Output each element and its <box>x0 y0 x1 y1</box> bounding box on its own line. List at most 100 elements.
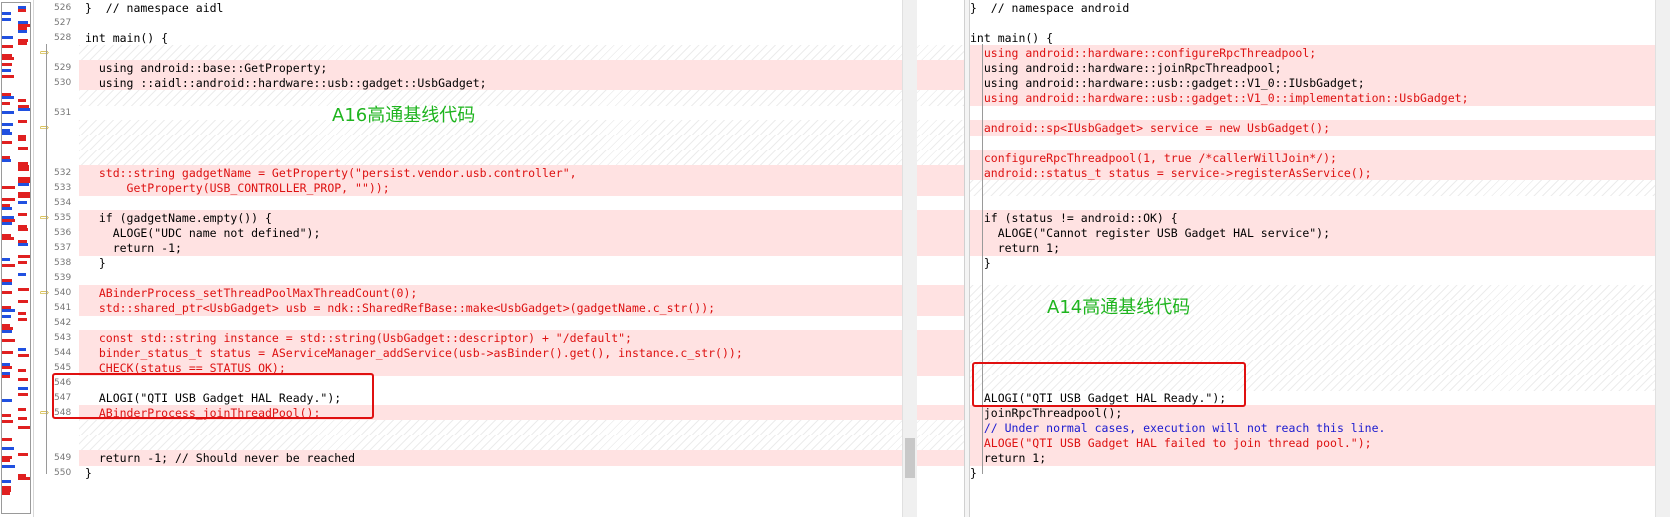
code-text: } <box>85 256 106 270</box>
code-text <box>79 120 964 136</box>
code-text: using android::hardware::configureRpcThr… <box>970 45 1670 61</box>
code-line[interactable] <box>970 330 1670 346</box>
code-text: } <box>970 256 991 270</box>
code-text: binder_status_t status = AServiceManager… <box>79 345 964 361</box>
code-line[interactable] <box>970 345 1670 361</box>
left-diff-pane[interactable]: 526} // namespace aidl 527 528 int main() {… <box>34 0 964 517</box>
right-highlight-box <box>972 362 1246 407</box>
left-pane-annotation: A16高通基线代码 <box>332 105 476 126</box>
merge-arrow-icon[interactable]: ⇨ <box>40 407 49 418</box>
right-diff-pane[interactable]: 657} // namespace android658659int main(… <box>970 0 1670 517</box>
code-line[interactable]: ⇨660 using android::hardware::configureR… <box>970 45 1670 61</box>
fold-guide-line <box>46 44 47 474</box>
code-text <box>79 45 964 61</box>
code-text <box>79 435 964 451</box>
code-line[interactable]: 663 using android::hardware::usb::gadget… <box>970 90 1670 106</box>
right-pane-annotation: A14高通基线代码 <box>1047 297 1191 318</box>
code-line[interactable] <box>34 150 964 166</box>
code-line[interactable]: 538 } <box>34 255 964 271</box>
code-line[interactable]: 542 <box>34 315 964 331</box>
code-text: using android::hardware::usb::gadget::V1… <box>970 90 1670 106</box>
code-text: // Under normal cases, execution will no… <box>970 420 1670 436</box>
code-line[interactable]: 530 using ::aidl::android::hardware::usb… <box>34 75 964 91</box>
code-line[interactable]: 664 <box>970 105 1670 121</box>
code-line[interactable]: 666 <box>970 135 1670 151</box>
code-line[interactable] <box>34 420 964 436</box>
code-line[interactable]: ⇨ <box>34 45 964 61</box>
code-line[interactable]: 539 <box>34 270 964 286</box>
merge-arrow-icon[interactable]: ⇨ <box>40 122 49 133</box>
code-line[interactable]: 536 ALOGE("UDC name not defined"); <box>34 225 964 241</box>
code-line[interactable]: 661 using android::hardware::joinRpcThre… <box>970 60 1670 76</box>
code-line[interactable]: 678 ALOGE("QTI USB Gadget HAL failed to … <box>970 435 1670 451</box>
code-text: using android::base::GetProperty; <box>79 60 964 76</box>
code-line[interactable] <box>34 90 964 106</box>
code-text <box>970 180 1670 196</box>
code-line[interactable]: 672 return 1; <box>970 240 1670 256</box>
left-highlight-box <box>52 373 374 419</box>
code-text <box>79 90 964 106</box>
code-line[interactable]: 526} // namespace aidl <box>34 0 964 16</box>
code-line[interactable]: ⇨ <box>34 120 964 136</box>
code-line[interactable]: 671 ALOGE("Cannot register USB Gadget HA… <box>970 225 1670 241</box>
code-text: if (status != android::OK) { <box>970 210 1670 226</box>
code-line[interactable]: 668 android::status_t status = service->… <box>970 165 1670 181</box>
code-line[interactable]: 673 } <box>970 255 1670 271</box>
scrollbar-thumb[interactable] <box>905 438 915 478</box>
code-line[interactable]: ⇨ 540 ABinderProcess_setThreadPoolMaxThre… <box>34 285 964 301</box>
overview-viewport-thumb[interactable] <box>1 2 31 514</box>
code-line[interactable]: 667 configureRpcThreadpool(1, true /*cal… <box>970 150 1670 166</box>
code-line[interactable] <box>970 180 1670 196</box>
fold-guide-line <box>982 44 983 474</box>
code-line[interactable]: ⇨665 android::sp<IUsbGadget> service = n… <box>970 120 1670 136</box>
code-line[interactable] <box>34 435 964 451</box>
merge-arrow-icon[interactable]: ⇨ <box>40 47 49 58</box>
code-line[interactable] <box>34 135 964 151</box>
code-text: joinRpcThreadpool(); <box>970 405 1670 421</box>
merge-arrow-icon[interactable]: ⇨ <box>40 287 49 298</box>
code-line[interactable]: 528 int main() { <box>34 30 964 46</box>
vertical-scrollbar[interactable] <box>902 0 917 517</box>
code-line[interactable]: 544 binder_status_t status = AServiceMan… <box>34 345 964 361</box>
code-line[interactable]: 549 return -1; // Should never be reache… <box>34 450 964 466</box>
code-line[interactable]: 533 GetProperty(USB_CONTROLLER_PROP, "")… <box>34 180 964 196</box>
code-text: const std::string instance = std::string… <box>79 330 964 346</box>
code-line[interactable]: 550} <box>34 465 964 481</box>
code-line[interactable]: 537 return -1; <box>34 240 964 256</box>
code-line[interactable]: 531 <box>34 105 964 121</box>
code-text: ALOGE("Cannot register USB Gadget HAL se… <box>970 225 1670 241</box>
code-line[interactable]: ⇨ 535 if (gadgetName.empty()) { <box>34 210 964 226</box>
code-line[interactable]: 534 <box>34 195 964 211</box>
code-line[interactable]: 658 <box>970 15 1670 31</box>
code-line[interactable]: 532 std::string gadgetName = GetProperty… <box>34 165 964 181</box>
merge-arrow-icon[interactable]: ⇨ <box>40 212 49 223</box>
code-line[interactable]: 674 <box>970 270 1670 286</box>
code-line[interactable]: 527 <box>34 15 964 31</box>
code-line[interactable]: 659int main() { <box>970 30 1670 46</box>
code-line[interactable]: 669 <box>970 195 1670 211</box>
code-text: } // namespace android <box>970 1 1130 15</box>
code-text: ALOGE("UDC name not defined"); <box>79 225 964 241</box>
code-line[interactable]: 657} // namespace android <box>970 0 1670 16</box>
code-line[interactable]: 680} <box>970 465 1670 481</box>
code-line[interactable]: 541 std::shared_ptr<UsbGadget> usb = ndk… <box>34 300 964 316</box>
vertical-scrollbar[interactable] <box>1655 0 1670 517</box>
diff-overview-strip[interactable] <box>0 0 34 517</box>
code-line[interactable]: ⇨670 if (status != android::OK) { <box>970 210 1670 226</box>
code-line[interactable]: 662 using android::hardware::usb::gadget… <box>970 75 1670 91</box>
code-line[interactable]: 529 using android::base::GetProperty; <box>34 60 964 76</box>
code-text: using ::aidl::android::hardware::usb::ga… <box>79 75 964 91</box>
code-text: int main() { <box>85 31 169 45</box>
code-text: ABinderProcess_setThreadPoolMaxThreadCou… <box>79 285 964 301</box>
code-line[interactable]: 677 // Under normal cases, execution wil… <box>970 420 1670 436</box>
code-text: using android::hardware::usb::gadget::V1… <box>970 75 1670 91</box>
code-line[interactable]: 679 return 1; <box>970 450 1670 466</box>
code-line[interactable]: ⇨676 joinRpcThreadpool(); <box>970 405 1670 421</box>
code-line[interactable]: 543 const std::string instance = std::st… <box>34 330 964 346</box>
